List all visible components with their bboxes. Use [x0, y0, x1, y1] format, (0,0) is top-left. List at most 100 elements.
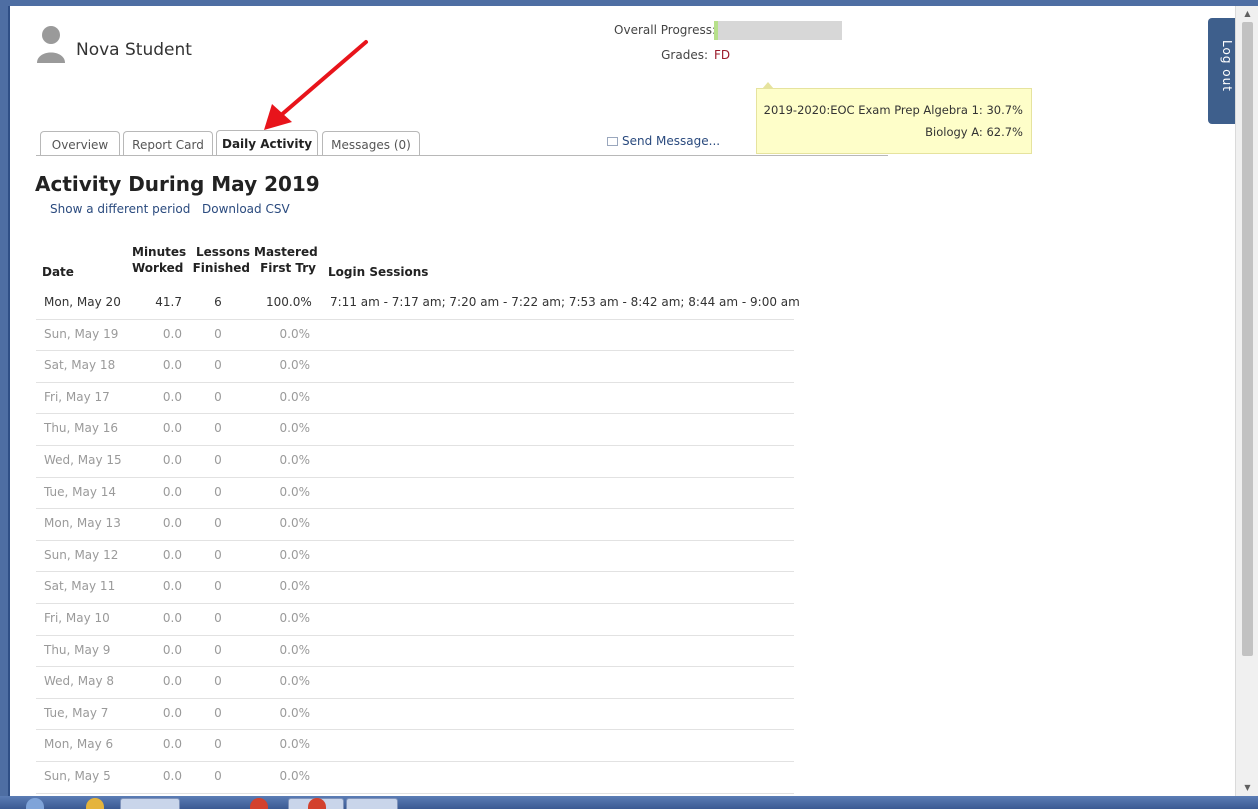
cell-lessons: 0: [214, 642, 222, 657]
cell-date: Thu, May 16: [44, 421, 119, 436]
cell-minutes: 0.0: [162, 484, 182, 499]
scroll-thumb[interactable]: [1242, 22, 1253, 656]
cell-date: Sun, May 5: [44, 769, 111, 783]
cell-mastered: 0.0%: [279, 611, 311, 625]
scroll-up-arrow-icon[interactable]: ▲: [1236, 6, 1258, 22]
table-row: Tue, May 7 0.0 0 0.0%: [36, 699, 794, 731]
tab-divider: [36, 155, 888, 156]
tab-report-card[interactable]: Report Card: [123, 131, 213, 155]
cell-date: Sun, May 12: [44, 547, 119, 562]
cell-minutes: 0.0: [162, 737, 182, 752]
cell-minutes: 0.0: [162, 611, 182, 625]
table-row: Sun, May 12 0.0 0 0.0%: [36, 541, 794, 573]
cell-mastered: 0.0%: [279, 769, 311, 783]
grades-label: Grades:: [661, 48, 708, 62]
cell-minutes: 0.0: [162, 705, 182, 720]
grades-tooltip: 2019-2020:EOC Exam Prep Algebra 1: 30.7%…: [756, 88, 1032, 154]
send-message-label: Send Message...: [622, 134, 721, 148]
cell-lessons: 0: [214, 579, 222, 594]
cell-lessons: 0: [214, 516, 222, 531]
cell-mastered: 0.0%: [279, 389, 311, 404]
table-row: Mon, May 20 41.7 6 100.0% 7:11 am - 7:17 am;…: [36, 288, 800, 320]
cell-date: Wed, May 8: [44, 674, 115, 689]
start-orb-icon[interactable]: [26, 798, 44, 809]
column-header-line: First Try: [260, 261, 316, 275]
cell-minutes: 0.0: [162, 674, 182, 689]
column-header-line: Finished: [192, 261, 250, 275]
overall-progress-bar: [714, 21, 842, 40]
send-message-link[interactable]: Send Message...: [607, 134, 720, 148]
red-arrow-icon: [264, 40, 368, 130]
cell-lessons: 0: [214, 358, 222, 373]
table-row: Sun, May 19 0.0 0 0.0%: [36, 320, 794, 352]
show-different-period-link[interactable]: Show a different period: [50, 202, 190, 216]
cell-date: Tue, May 7: [44, 705, 109, 720]
table-row: Mon, May 13 0.0 0 0.0%: [36, 509, 794, 541]
table-row: Thu, May 16 0.0 0 0.0%: [36, 414, 794, 446]
tooltip-row: 2019-2020:EOC Exam Prep Algebra 1: 30.7%: [764, 103, 1023, 117]
cell-lessons: 0: [214, 326, 222, 341]
cell-lessons: 0: [214, 389, 222, 404]
column-header-line: Mastered: [254, 245, 318, 259]
overall-progress-label: Overall Progress:: [614, 23, 716, 37]
cell-minutes: 0.0: [162, 579, 182, 594]
table-row: Sun, May 5 0.0 0 0.0%: [36, 762, 794, 794]
cell-lessons: 0: [214, 674, 222, 689]
taskbar-button[interactable]: [346, 798, 398, 809]
table-row: Fri, May 10 0.0 0 0.0%: [36, 604, 794, 636]
cell-minutes: 0.0: [162, 453, 182, 467]
cell-minutes: 0.0: [162, 642, 182, 657]
tooltip-value: 62.7%: [986, 125, 1023, 139]
scroll-down-arrow-icon[interactable]: ▼: [1236, 780, 1258, 796]
cell-mastered: 0.0%: [279, 358, 311, 373]
cell-lessons: 0: [214, 737, 222, 752]
tooltip-course: Biology A:: [925, 125, 983, 139]
tooltip-course: 2019-2020:EOC Exam Prep Algebra 1:: [763, 103, 983, 117]
column-header-line: Lessons: [196, 245, 250, 259]
cell-mastered: 0.0%: [279, 326, 311, 341]
column-header-line: Worked: [132, 261, 184, 275]
cell-date: Fri, May 17: [44, 389, 110, 404]
cell-lessons: 0: [214, 484, 222, 499]
vertical-scrollbar[interactable]: ▲ ▼: [1235, 6, 1258, 796]
cell-date: Mon, May 20: [44, 295, 121, 309]
tooltip-row: Biology A: 62.7%: [925, 125, 1023, 139]
cell-lessons: 0: [214, 421, 222, 436]
envelope-icon: [607, 137, 618, 146]
cell-date: Mon, May 6: [44, 737, 114, 752]
cell-lessons: 0: [214, 705, 222, 720]
overall-progress-fill: [714, 21, 718, 40]
cell-date: Sun, May 19: [44, 326, 119, 341]
table-row: Thu, May 9 0.0 0 0.0%: [36, 636, 794, 668]
cell-date: Sat, May 11: [44, 579, 116, 594]
taskbar-app-icon[interactable]: [308, 798, 326, 809]
table-row: Fri, May 17 0.0 0 0.0%: [36, 383, 794, 415]
table-row: Wed, May 8 0.0 0 0.0%: [36, 667, 794, 699]
column-header-mastered: Mastered First Try: [254, 244, 318, 276]
taskbar-app-icon[interactable]: [86, 798, 104, 809]
page-title: Activity During May 2019: [35, 172, 320, 196]
table-row: Mon, May 6 0.0 0 0.0%: [36, 730, 794, 762]
cell-lessons: 6: [214, 295, 222, 309]
taskbar-button[interactable]: [120, 798, 180, 809]
cell-mastered: 0.0%: [279, 453, 311, 467]
grades-value[interactable]: FD: [714, 48, 730, 62]
cell-mastered: 0.0%: [279, 674, 311, 689]
tooltip-value: 30.7%: [986, 103, 1023, 117]
table-row: Wed, May 15 0.0 0 0.0%: [36, 446, 794, 478]
download-csv-link[interactable]: Download CSV: [202, 202, 290, 216]
tab-overview[interactable]: Overview: [40, 131, 120, 155]
cell-date: Sat, May 18: [44, 358, 116, 373]
cell-date: Tue, May 14: [44, 484, 117, 499]
table-row: Sat, May 18 0.0 0 0.0%: [36, 351, 794, 383]
cell-mastered: 0.0%: [279, 642, 311, 657]
cell-minutes: 0.0: [162, 358, 182, 373]
cell-date: Wed, May 15: [44, 453, 122, 467]
cell-date: Mon, May 13: [44, 516, 121, 531]
cell-mastered: 0.0%: [279, 484, 311, 499]
taskbar-app-icon[interactable]: [250, 798, 268, 809]
cell-minutes: 0.0: [162, 516, 182, 531]
logout-button[interactable]: Log out: [1208, 18, 1237, 124]
cell-lessons: 0: [214, 453, 222, 467]
cell-date: Fri, May 10: [44, 611, 110, 625]
